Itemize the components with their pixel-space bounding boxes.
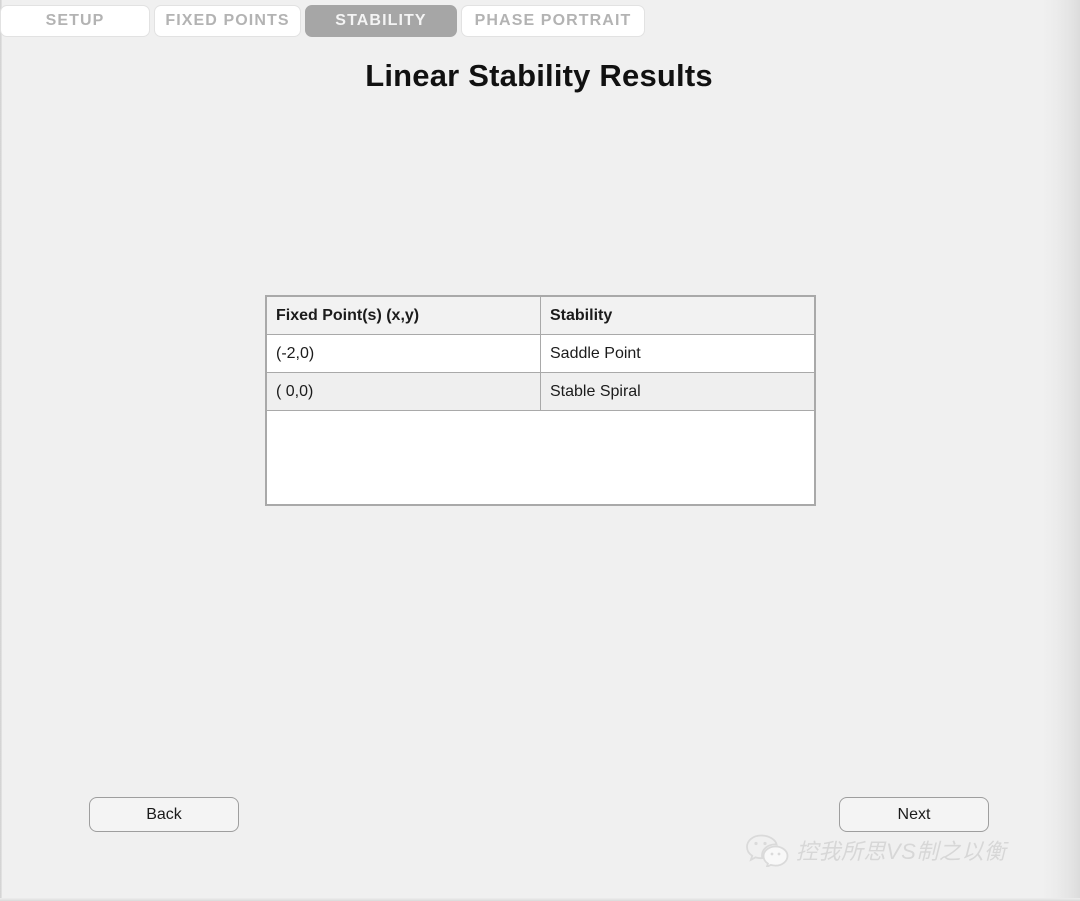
next-button[interactable]: Next	[839, 797, 989, 832]
cell-stability: Stable Spiral	[550, 382, 641, 400]
table-header-fixed-point: Fixed Point(s) (x,y)	[267, 297, 541, 334]
window-left-edge	[0, 0, 2, 901]
table-empty-area	[267, 411, 814, 504]
table-row[interactable]: (-2,0) Saddle Point	[267, 335, 814, 373]
stability-results-table: Fixed Point(s) (x,y) Stability (-2,0) Sa…	[265, 295, 816, 506]
tab-phase-portrait-label: PHASE PORTRAIT	[474, 11, 632, 29]
tab-stability[interactable]: STABILITY	[305, 4, 457, 37]
tab-setup[interactable]: SETUP	[0, 4, 150, 37]
table-header-stability: Stability	[550, 306, 613, 324]
cell-fixed-point: ( 0,0)	[267, 373, 541, 410]
wechat-icon	[746, 834, 789, 867]
tab-fixed-points-label: FIXED POINTS	[165, 11, 290, 29]
tab-phase-portrait[interactable]: PHASE PORTRAIT	[461, 4, 645, 37]
cell-fixed-point: (-2,0)	[267, 335, 541, 372]
tab-bar: SETUP FIXED POINTS STABILITY PHASE PORTR…	[0, 4, 645, 37]
next-button-label: Next	[897, 805, 931, 823]
table-header-row: Fixed Point(s) (x,y) Stability	[267, 297, 814, 335]
application-window: SETUP FIXED POINTS STABILITY PHASE PORTR…	[0, 0, 1080, 901]
table-row[interactable]: ( 0,0) Stable Spiral	[267, 373, 814, 411]
window-right-edge	[1042, 0, 1080, 901]
tab-setup-label: SETUP	[45, 11, 105, 29]
back-button-label: Back	[146, 805, 182, 823]
tab-fixed-points[interactable]: FIXED POINTS	[154, 4, 301, 37]
page-title: Linear Stability Results	[365, 58, 713, 93]
cell-stability: Saddle Point	[550, 344, 641, 362]
tab-stability-label: STABILITY	[335, 11, 427, 29]
watermark-text: 控我所思VS制之以衡	[796, 839, 1007, 864]
watermark: 控我所思VS制之以衡	[745, 833, 1006, 867]
back-button[interactable]: Back	[89, 797, 239, 832]
